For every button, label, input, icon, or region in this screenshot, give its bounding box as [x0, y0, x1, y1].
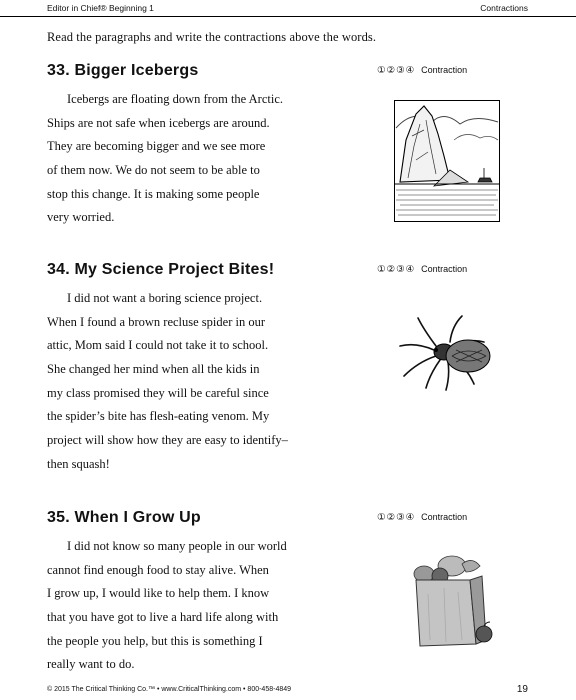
- count-circle-3[interactable]: ③: [396, 65, 405, 76]
- iceberg-illustration-icon: [394, 100, 500, 222]
- exercise-paragraph: I did not know so many people in our wor…: [47, 537, 362, 679]
- paragraph-line: very worried.: [47, 210, 115, 225]
- paragraph-line: my class promised they will be careful s…: [47, 385, 269, 400]
- paragraph-line: I did not want a boring science project.: [67, 291, 263, 305]
- count-circle-1[interactable]: ①: [377, 512, 386, 523]
- count-circle-1[interactable]: ①: [377, 65, 386, 76]
- paragraph-line: attic, Mom said I could not take it to s…: [47, 338, 269, 353]
- paragraph-line: I grow up, I would like to help them. I …: [47, 586, 270, 601]
- grocery-bag-illustration-icon: [413, 555, 493, 647]
- paragraph-line: then squash!: [47, 456, 110, 471]
- count-circle-3[interactable]: ③: [396, 264, 405, 275]
- paragraph-line: stop this change. It is making some peop…: [47, 186, 260, 201]
- paragraph-line: that you have got to live a hard life al…: [47, 610, 279, 625]
- count-circle-1[interactable]: ①: [377, 264, 386, 275]
- contraction-label: Contraction: [421, 65, 468, 75]
- paragraph-line: project will show how they are easy to i…: [47, 433, 288, 448]
- paragraph-line: cannot find enough food to stay alive. W…: [47, 562, 269, 577]
- page-header: Editor in Chief® Beginning 1 Contraction…: [0, 0, 576, 17]
- paragraph-line: When I found a brown recluse spider in o…: [47, 314, 265, 329]
- exercise-title: 33. Bigger Icebergs: [47, 62, 199, 79]
- paragraph-line: I did not know so many people in our wor…: [67, 539, 287, 553]
- footer-copyright: © 2015 The Critical Thinking Co.™ • www.…: [47, 686, 292, 693]
- paragraph-line: She changed her mind when all the kids i…: [47, 362, 260, 377]
- count-circle-2[interactable]: ②: [387, 512, 396, 523]
- exercise-title: 34. My Science Project Bites!: [47, 261, 275, 278]
- exercise-paragraph: I did not want a boring science project.…: [47, 289, 362, 479]
- book-title: Editor in Chief® Beginning 1: [47, 3, 154, 13]
- count-circle-4[interactable]: ④: [406, 65, 415, 76]
- paragraph-line: Ships are not safe when icebergs are aro…: [47, 115, 270, 130]
- count-circle-2[interactable]: ②: [387, 264, 396, 275]
- count-circle-2[interactable]: ②: [387, 65, 396, 76]
- section-title: Contractions: [480, 3, 528, 13]
- paragraph-line: of them now. We do not seem to be able t…: [47, 163, 260, 178]
- paragraph-line: the spider’s bite has flesh-eating venom…: [47, 409, 270, 424]
- spider-illustration-icon: [399, 315, 491, 391]
- contraction-label: Contraction: [421, 512, 468, 522]
- paragraph-line: the people you help, but this is somethi…: [47, 633, 263, 648]
- page-number: 19: [516, 684, 528, 695]
- paragraph-line: They are becoming bigger and we see more: [47, 139, 266, 154]
- count-circle-4[interactable]: ④: [406, 264, 415, 275]
- exercise-paragraph: Icebergs are floating down from the Arct…: [47, 90, 362, 232]
- paragraph-line: really want to do.: [47, 657, 135, 672]
- contraction-counter: ①②③④ Contraction: [377, 65, 467, 76]
- paragraph-line: Icebergs are floating down from the Arct…: [67, 92, 284, 106]
- contraction-counter: ①②③④ Contraction: [377, 512, 467, 523]
- count-circle-4[interactable]: ④: [406, 512, 415, 523]
- exercise-title: 35. When I Grow Up: [47, 509, 201, 526]
- contraction-label: Contraction: [421, 264, 468, 274]
- count-circle-3[interactable]: ③: [396, 512, 405, 523]
- instructions: Read the paragraphs and write the contra…: [47, 30, 377, 44]
- contraction-counter: ①②③④ Contraction: [377, 264, 467, 275]
